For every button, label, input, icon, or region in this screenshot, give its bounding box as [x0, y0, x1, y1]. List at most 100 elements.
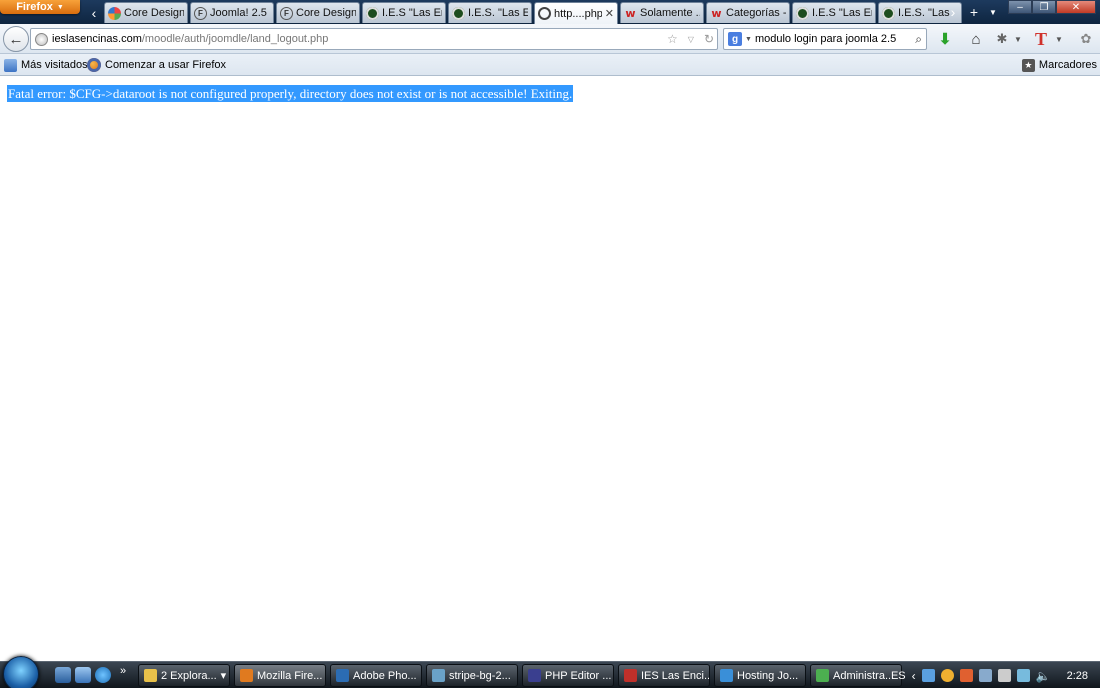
tab-label: Solamente ... [640, 7, 700, 19]
switch-windows-icon[interactable] [75, 667, 91, 683]
firefox-menu-button[interactable]: Firefox ▼ [0, 0, 80, 14]
maximize-icon[interactable]: ❐ [1032, 0, 1056, 14]
tab-list: Core Design...FJoomla! 2.5 ...FCore Desi… [104, 2, 964, 24]
bookmark-most-visited-label: Más visitados [21, 59, 88, 71]
tab[interactable]: w Categorías -... [706, 2, 790, 23]
start-button[interactable] [3, 656, 39, 688]
firefox-icon [240, 669, 253, 682]
site-identity-icon[interactable] [35, 32, 48, 46]
clock[interactable]: 2:28 [1067, 670, 1088, 682]
volume-icon[interactable]: 🔈 [1036, 669, 1051, 683]
window-controls: – ❐ ✕ [1008, 0, 1096, 14]
taskbar-button-label: PHP Editor ... [545, 669, 612, 682]
tab[interactable]: I.E.S "Las En... [362, 2, 446, 23]
tab-label: Core Design... [124, 7, 184, 19]
tab-label: Core Design... [296, 7, 356, 19]
ies-icon [796, 6, 809, 20]
ies-icon [882, 6, 895, 20]
internet-explorer-icon[interactable] [95, 667, 111, 683]
close-tab-icon[interactable]: ✕ [605, 7, 614, 20]
home-icon[interactable]: ⌂ [966, 29, 986, 49]
tray-app-icon[interactable] [921, 669, 935, 682]
firefox-menu-label: Firefox [16, 1, 53, 13]
google-search-engine-icon[interactable]: g [728, 32, 742, 46]
tab-label: I.E.S. "Las E... [468, 7, 528, 19]
tray-expand-icon[interactable]: ‹ [912, 669, 916, 683]
search-magnifier-icon[interactable]: ⌕ [915, 32, 922, 47]
show-desktop-icon[interactable] [55, 667, 71, 683]
tab-scroll-right-icon[interactable]: › [945, 3, 961, 21]
download-arrow-icon[interactable]: ⬇ [935, 29, 955, 49]
taskbar-button-label: stripe-bg-2... [449, 669, 511, 682]
tray-app-icon[interactable] [940, 669, 954, 682]
ie-icon [720, 669, 733, 682]
tab[interactable]: I.E.S. "Las E... [448, 2, 532, 23]
taskbar-button-label: IES Las Enci... [641, 669, 710, 682]
bookmarks-star-icon: ★ [1021, 58, 1035, 72]
url-history-dropdown-icon[interactable]: ▽ [685, 35, 697, 44]
taskbar-buttons: 2 Explora... ▾ Mozilla Fire... Adobe Pho...… [138, 664, 902, 687]
fatal-error-message: Fatal error: $CFG->dataroot is not confi… [7, 85, 574, 102]
chrome-icon [816, 669, 829, 682]
taskbar-button[interactable]: Adobe Pho... [330, 664, 422, 687]
search-input[interactable] [754, 33, 913, 45]
t-addon-dropdown-icon[interactable]: ▼ [1053, 29, 1065, 49]
firefox-icon [87, 58, 101, 72]
bookmark-star-icon[interactable]: ☆ [664, 32, 681, 46]
taskbar-button-label: Hosting Jo... [737, 669, 799, 682]
taskbar-button[interactable]: Administra... [810, 664, 902, 687]
tab-label: I.E.S "Las En... [812, 7, 872, 19]
taskbar-button[interactable]: stripe-bg-2... [426, 664, 518, 687]
caret-down-icon: ▼ [56, 3, 64, 11]
search-bar[interactable]: g ▼ ⌕ [723, 28, 927, 50]
navigation-toolbar: ← ieslasencinas.com/moodle/auth/joomdle/… [0, 24, 1100, 54]
bookmark-getting-started[interactable]: Comenzar a usar Firefox [87, 57, 226, 73]
tray-app-icon[interactable] [997, 669, 1011, 682]
globe-icon [538, 7, 551, 20]
list-all-tabs-icon[interactable]: ▼ [986, 3, 1000, 21]
t-addon-icon[interactable]: T [1031, 29, 1051, 49]
taskbar-button[interactable]: PHP Editor ... [522, 664, 614, 687]
group-dropdown-icon[interactable]: ▾ [221, 669, 227, 682]
quick-launch-more-icon[interactable]: » [120, 665, 130, 681]
tab-active[interactable]: http....php ✕ [534, 2, 618, 24]
search-engine-dropdown-icon[interactable]: ▼ [745, 36, 752, 43]
network-icon[interactable] [1016, 669, 1030, 682]
back-button[interactable]: ← [3, 26, 29, 52]
tab[interactable]: I.E.S "Las En... [792, 2, 876, 23]
puzzle-addon-icon[interactable]: ✿ [1076, 29, 1096, 49]
tab[interactable]: w Solamente ... [620, 2, 704, 23]
tray-app-icon[interactable] [959, 669, 973, 682]
bookmarks-toolbar: Más visitados Comenzar a usar Firefox ★ … [0, 54, 1100, 76]
close-window-icon[interactable]: ✕ [1056, 0, 1096, 14]
image-icon [432, 669, 445, 682]
taskbar-button[interactable]: Mozilla Fire... [234, 664, 326, 687]
taskbar-button[interactable]: Hosting Jo... [714, 664, 806, 687]
url-bar[interactable]: ieslasencinas.com/moodle/auth/joomdle/la… [30, 28, 718, 50]
ies-icon [366, 6, 379, 20]
tab[interactable]: FCore Design... [276, 2, 360, 23]
addon-dropdown-icon[interactable]: ▼ [1012, 29, 1024, 49]
bookmarks-menu-button[interactable]: ★ Marcadores [1021, 57, 1097, 73]
php-icon [528, 669, 541, 682]
url-domain: ieslasencinas.com [52, 33, 142, 45]
f-circle-icon: F [194, 6, 207, 20]
arrow-left-icon: ← [8, 30, 24, 48]
tab-scroll-left-icon[interactable]: ‹ [86, 3, 102, 23]
taskbar-button[interactable]: 2 Explora... ▾ [138, 664, 230, 687]
addon-tools-icon[interactable]: ✱ [992, 29, 1012, 49]
tab[interactable]: FJoomla! 2.5 ... [190, 2, 274, 23]
url-text[interactable]: ieslasencinas.com/moodle/auth/joomdle/la… [52, 33, 660, 45]
ies-icon [452, 6, 465, 20]
most-visited-icon [4, 58, 17, 72]
tab-label: Categorías -... [726, 7, 786, 19]
tray-app-icon[interactable] [978, 669, 992, 682]
bookmarks-menu-label: Marcadores [1038, 59, 1097, 71]
reload-icon[interactable]: ↻ [701, 32, 717, 46]
tab[interactable]: Core Design... [104, 2, 188, 23]
new-tab-icon[interactable]: + [966, 3, 982, 21]
bookmark-most-visited[interactable]: Más visitados [4, 57, 88, 73]
taskbar-button[interactable]: IES Las Enci... [618, 664, 710, 687]
language-indicator[interactable]: ES [891, 670, 906, 682]
minimize-icon[interactable]: – [1008, 0, 1032, 14]
